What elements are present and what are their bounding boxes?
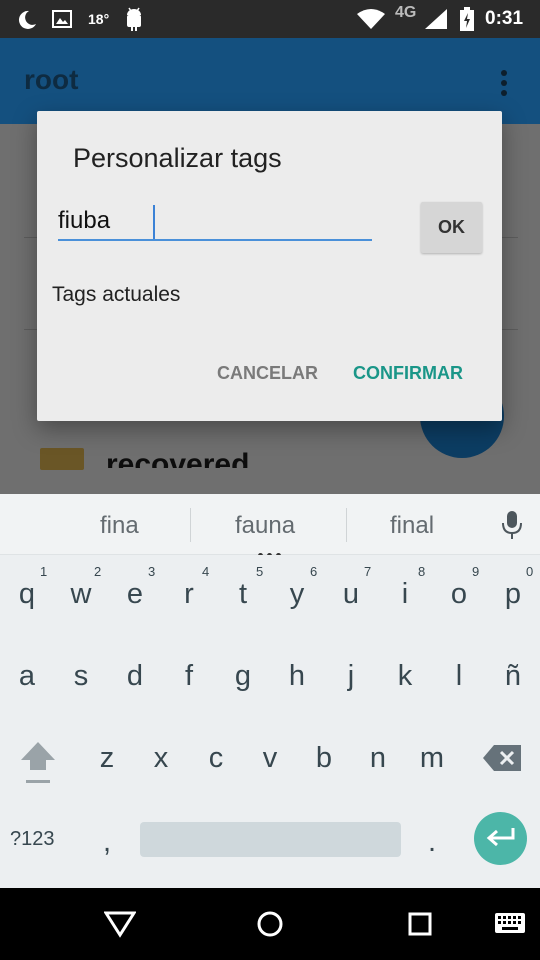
- text-cursor: [153, 205, 155, 239]
- status-bar: 18° 4G 0:31: [0, 0, 540, 38]
- key-t[interactable]: t: [216, 578, 270, 611]
- key-e[interactable]: e: [108, 578, 162, 611]
- temperature-text: 18°: [88, 11, 110, 27]
- key-v[interactable]: v: [243, 742, 297, 775]
- signal-icon: [425, 9, 447, 29]
- suggestion-divider: [346, 508, 347, 542]
- key-hint: 4: [202, 564, 210, 579]
- suggestion-item[interactable]: fina: [100, 512, 139, 540]
- key-a[interactable]: a: [0, 660, 54, 693]
- image-icon: [52, 10, 72, 28]
- key-hint: 2: [94, 564, 102, 579]
- key-comma[interactable]: ,: [80, 826, 134, 859]
- navigation-bar: [0, 888, 540, 960]
- key-k[interactable]: k: [378, 660, 432, 693]
- back-icon[interactable]: [104, 910, 136, 938]
- microphone-icon[interactable]: [500, 510, 524, 540]
- key-hint: 0: [526, 564, 534, 579]
- key-u[interactable]: u: [324, 578, 378, 611]
- key-i[interactable]: i: [378, 578, 432, 611]
- key-y[interactable]: y: [270, 578, 324, 611]
- cancel-button[interactable]: CANCELAR: [217, 363, 318, 384]
- confirm-button[interactable]: CONFIRMAR: [353, 363, 463, 384]
- key-x[interactable]: x: [134, 742, 188, 775]
- key-q[interactable]: q: [0, 578, 54, 611]
- key-hint: 1: [40, 564, 48, 579]
- key-z[interactable]: z: [80, 742, 134, 775]
- app-bar-title: root: [24, 64, 79, 95]
- moon-icon: [18, 10, 36, 29]
- backspace-icon[interactable]: [482, 744, 522, 772]
- key-l[interactable]: l: [432, 660, 486, 693]
- keyboard-switch-icon[interactable]: [494, 912, 526, 934]
- key-b[interactable]: b: [297, 742, 351, 775]
- key-f[interactable]: f: [162, 660, 216, 693]
- key-hint: 8: [418, 564, 426, 579]
- enter-key[interactable]: [474, 812, 527, 865]
- key-o[interactable]: o: [432, 578, 486, 611]
- key-j[interactable]: j: [324, 660, 378, 693]
- suggestion-item[interactable]: fauna: [235, 512, 295, 540]
- space-bar[interactable]: [140, 822, 401, 857]
- key-hint: 7: [364, 564, 372, 579]
- key-hint: 9: [472, 564, 480, 579]
- dialog-title: Personalizar tags: [73, 143, 282, 173]
- ok-button[interactable]: OK: [421, 202, 482, 253]
- clock-text: 0:31: [485, 8, 524, 29]
- key-c[interactable]: c: [189, 742, 243, 775]
- key-g[interactable]: g: [216, 660, 270, 693]
- folder-name[interactable]: recovered: [106, 448, 249, 468]
- key-p[interactable]: p: [486, 578, 540, 611]
- home-icon[interactable]: [256, 910, 284, 938]
- key-n-tilde[interactable]: ñ: [486, 660, 540, 693]
- key-h[interactable]: h: [270, 660, 324, 693]
- key-hint: 5: [256, 564, 264, 579]
- suggestion-divider: [190, 508, 191, 542]
- shift-icon[interactable]: [18, 740, 58, 788]
- tag-input[interactable]: [58, 203, 372, 241]
- overflow-menu-icon[interactable]: [496, 68, 512, 98]
- customize-tags-dialog: Personalizar tags OK Tags actuales CANCE…: [37, 111, 502, 421]
- enter-icon: [486, 828, 515, 847]
- symbols-key[interactable]: ?123: [10, 828, 55, 851]
- key-d[interactable]: d: [108, 660, 162, 693]
- key-w[interactable]: w: [54, 578, 108, 611]
- key-m[interactable]: m: [405, 742, 459, 775]
- battery-icon: [460, 7, 474, 31]
- recents-icon[interactable]: [408, 912, 432, 936]
- folder-icon: [40, 448, 84, 470]
- key-r[interactable]: r: [162, 578, 216, 611]
- network-type-text: 4G: [395, 4, 417, 21]
- key-hint: 6: [310, 564, 318, 579]
- key-period[interactable]: .: [405, 826, 459, 859]
- key-hint: 3: [148, 564, 156, 579]
- wifi-icon: [357, 9, 385, 29]
- current-tags-label: Tags actuales: [52, 283, 181, 306]
- key-n[interactable]: n: [351, 742, 405, 775]
- android-icon: [127, 7, 141, 31]
- suggestion-item[interactable]: final: [390, 512, 434, 540]
- key-s[interactable]: s: [54, 660, 108, 693]
